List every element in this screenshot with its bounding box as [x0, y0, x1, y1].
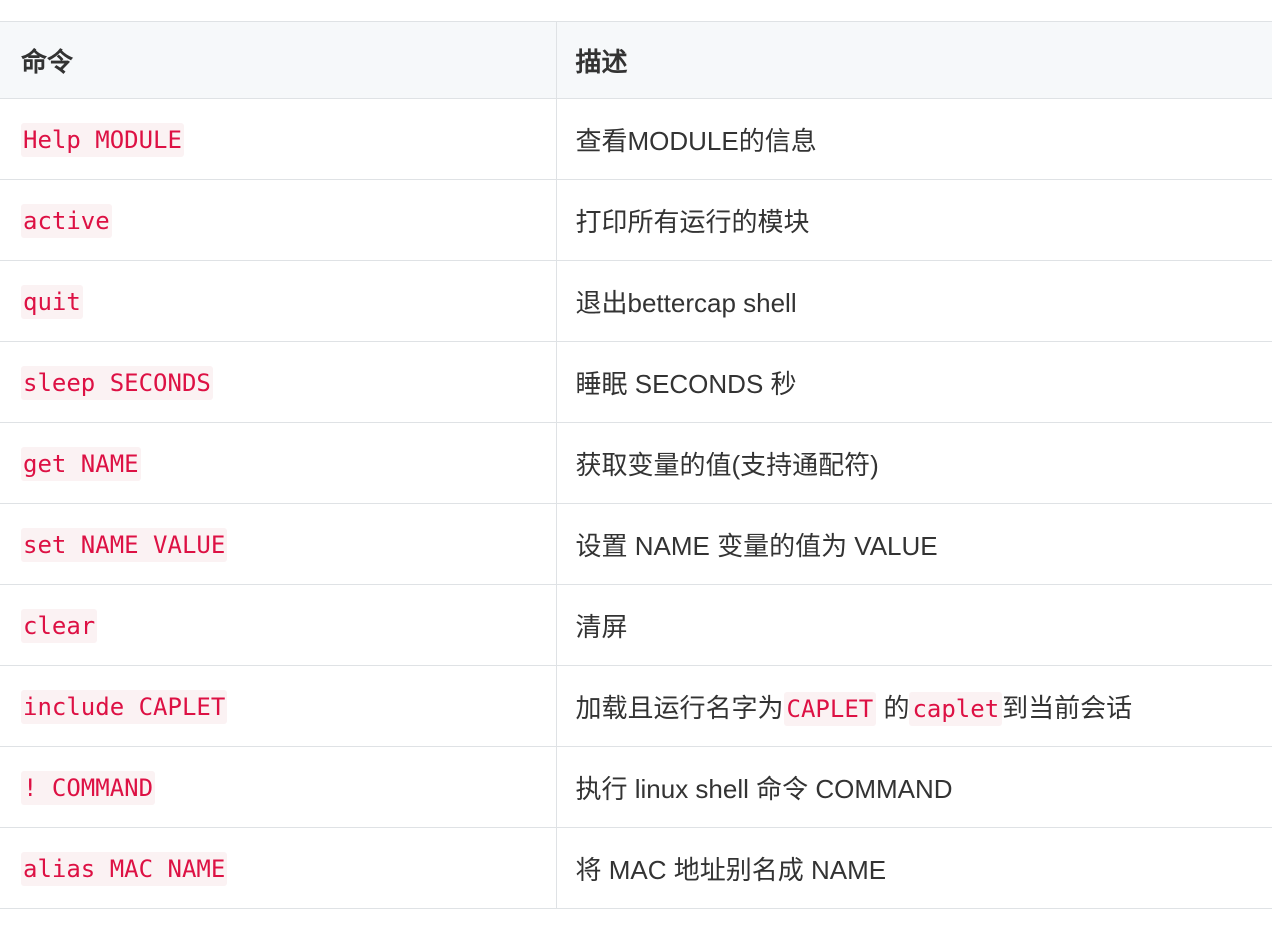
- command-cell: quit: [0, 260, 557, 342]
- command-cell: include CAPLET: [0, 665, 557, 747]
- inline-code: caplet: [909, 691, 1003, 726]
- description-cell: 打印所有运行的模块: [555, 179, 1272, 261]
- table-row: sleep SECONDS 睡眠 SECONDS 秒: [0, 341, 1272, 423]
- command-cell: clear: [0, 584, 557, 666]
- header-command: 命令: [0, 21, 557, 99]
- command-code: quit: [21, 284, 83, 319]
- command-cell: active: [0, 179, 557, 261]
- command-cell: sleep SECONDS: [0, 341, 557, 423]
- description-cell: 将 MAC 地址别名成 NAME: [555, 827, 1272, 909]
- command-cell: Help MODULE: [0, 98, 557, 180]
- command-cell: set NAME VALUE: [0, 503, 557, 585]
- description-cell: 查看MODULE的信息: [555, 98, 1272, 180]
- command-code: Help MODULE: [21, 122, 184, 157]
- description-text: 的: [876, 692, 910, 723]
- table-row: Help MODULE 查看MODULE的信息: [0, 98, 1272, 180]
- description-cell: 执行 linux shell 命令 COMMAND: [555, 746, 1272, 828]
- description-cell: 退出bettercap shell: [555, 260, 1272, 342]
- command-cell: get NAME: [0, 422, 557, 504]
- description-cell: 睡眠 SECONDS 秒: [555, 341, 1272, 423]
- header-description: 描述: [555, 21, 1272, 99]
- command-cell: ! COMMAND: [0, 746, 557, 828]
- table-row: active 打印所有运行的模块: [0, 179, 1272, 261]
- table-row: get NAME 获取变量的值(支持通配符): [0, 422, 1272, 504]
- command-code: include CAPLET: [21, 689, 228, 724]
- command-code: active: [21, 203, 112, 238]
- command-code: sleep SECONDS: [21, 365, 213, 400]
- description-cell: 设置 NAME 变量的值为 VALUE: [555, 503, 1272, 585]
- table-header-row: 命令 描述: [0, 21, 1272, 99]
- command-code: ! COMMAND: [21, 770, 156, 805]
- table-row: quit 退出bettercap shell: [0, 260, 1272, 342]
- command-code: set NAME VALUE: [21, 527, 228, 562]
- description-text: 加载且运行名字为: [575, 692, 784, 723]
- description-cell: 获取变量的值(支持通配符): [555, 422, 1272, 504]
- description-text: 到当前会话: [1002, 692, 1133, 723]
- command-cell: alias MAC NAME: [0, 827, 557, 909]
- table-row: include CAPLET 加载且运行名字为 CAPLET 的 caplet 到当前…: [0, 665, 1272, 747]
- command-code: get NAME: [21, 446, 141, 481]
- description-cell: 加载且运行名字为 CAPLET 的 caplet 到当前会话: [555, 665, 1272, 747]
- table-row: alias MAC NAME 将 MAC 地址别名成 NAME: [0, 827, 1272, 909]
- table-row: clear 清屏: [0, 584, 1272, 666]
- table-row: set NAME VALUE 设置 NAME 变量的值为 VALUE: [0, 503, 1272, 585]
- table-row: ! COMMAND 执行 linux shell 命令 COMMAND: [0, 746, 1272, 828]
- command-code: alias MAC NAME: [21, 851, 228, 886]
- command-code: clear: [21, 608, 98, 643]
- command-table-container: 命令 描述 Help MODULE 查看MODULE的信息 active 打印所…: [0, 21, 1272, 909]
- command-table: 命令 描述 Help MODULE 查看MODULE的信息 active 打印所…: [0, 21, 1272, 909]
- inline-code: CAPLET: [783, 691, 877, 726]
- description-cell: 清屏: [555, 584, 1272, 666]
